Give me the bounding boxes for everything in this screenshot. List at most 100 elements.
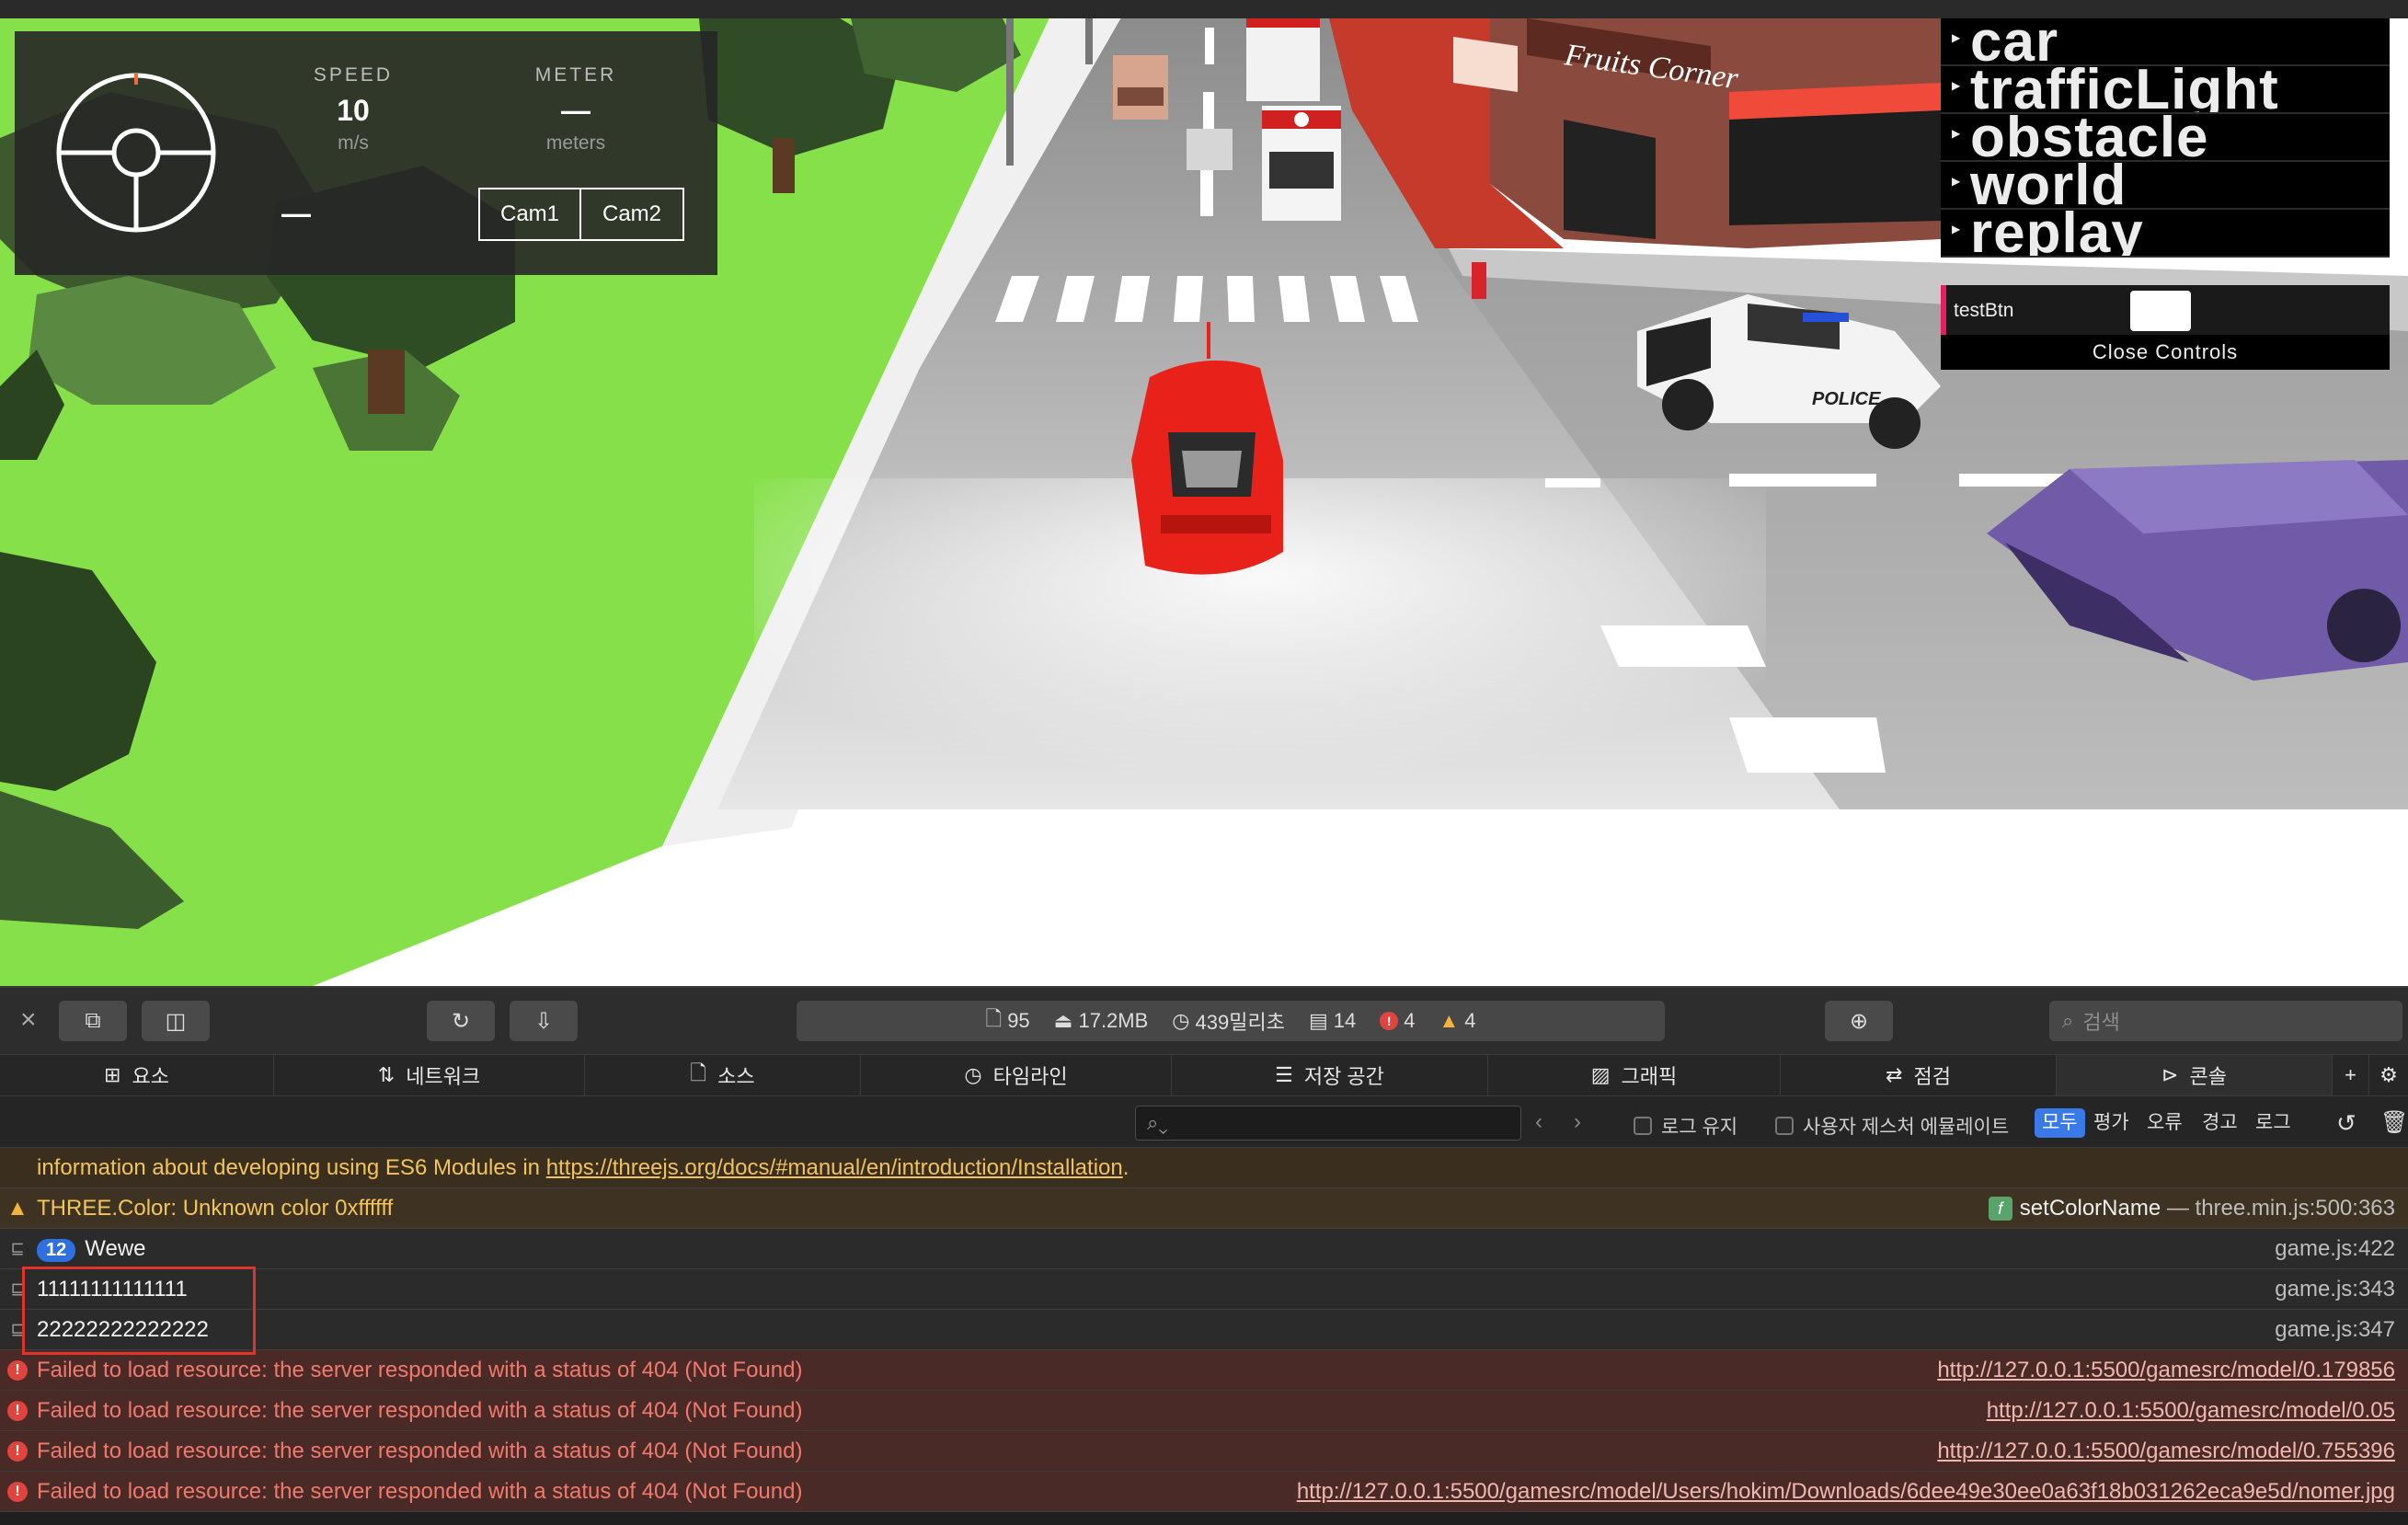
warning-icon: ▲: [1439, 1009, 1460, 1032]
timeline-icon: ◷: [964, 1063, 982, 1086]
source-location[interactable]: game.js:347: [2275, 1317, 2395, 1343]
console-row-error[interactable]: ! Failed to load resource: the server re…: [0, 1472, 2408, 1512]
game-canvas[interactable]: Fruits Corner POLICE SPEED 10 m/s METER …: [0, 0, 2408, 986]
error-icon: !: [7, 1440, 28, 1462]
level-warnings[interactable]: 경고: [2195, 1108, 2245, 1138]
load-time[interactable]: ◷ 439밀리초: [1172, 1006, 1285, 1036]
console-row-info[interactable]: information about developing using ES6 M…: [0, 1148, 2408, 1188]
console-row-error[interactable]: ! Failed to load resource: the server re…: [0, 1391, 2408, 1431]
testbtn-color-swatch[interactable]: [2130, 291, 2191, 331]
search-field[interactable]: ⌕ 검색: [2049, 1001, 2402, 1041]
console-icon: ⊳: [2161, 1063, 2179, 1086]
tab-console[interactable]: ⊳ 콘솔: [2057, 1055, 2333, 1095]
gui-row-testbtn[interactable]: testBtn: [1941, 285, 2390, 335]
resource-size[interactable]: ⏏ 17.2MB: [1054, 1009, 1149, 1033]
chevron-left-icon[interactable]: ‹: [1521, 1106, 1556, 1141]
download-icon[interactable]: ⇩: [510, 1001, 578, 1041]
console-filter-bar: ⌕⌄ ‹ › 로그 유지 사용자 제스처 에뮬레이트 모두 평가 오류 경고 로…: [0, 1096, 2408, 1148]
audit-icon: ⇄: [1886, 1063, 1903, 1086]
element-picker-icon[interactable]: ⊕: [1825, 1001, 1893, 1041]
console-row-log[interactable]: ⊑ 22222222222222 game.js:347: [0, 1310, 2408, 1350]
file-icon: 🗋: [985, 1007, 1003, 1030]
console-output: information about developing using ES6 M…: [0, 1148, 2408, 1525]
function-name[interactable]: setColorName: [2020, 1196, 2161, 1221]
preserve-log-checkbox[interactable]: 로그 유지: [1634, 1112, 1737, 1140]
console-row-error[interactable]: ! Failed to load resource: the server re…: [0, 1431, 2408, 1472]
filter-input[interactable]: ⌕⌄: [1135, 1106, 1521, 1141]
level-errors[interactable]: 오류: [2139, 1108, 2190, 1138]
inspector-tabs: ⊞ 요소 ⇅ 네트워크 🗋 소스 ◷ 타임라인 ☰ 저장 공간 ▨ 그래픽 ⇄ 점검 ⊳ 콘솔 …: [0, 1054, 2408, 1096]
level-logs[interactable]: 로그: [2248, 1108, 2299, 1138]
warning-icon: ▲: [6, 1195, 29, 1221]
steer-value: —: [281, 197, 311, 230]
emulate-gesture-checkbox[interactable]: 사용자 제스처 에뮬레이트: [1775, 1112, 2009, 1140]
gui-folder-replay[interactable]: ▶ replay: [1941, 210, 2390, 258]
gui-folder-obstacle[interactable]: ▶ obstacle: [1941, 114, 2390, 162]
settings-gear-icon[interactable]: ⚙: [2369, 1055, 2408, 1095]
speed-unit: m/s: [338, 132, 369, 154]
close-icon[interactable]: ×: [20, 1004, 37, 1036]
repeat-count-badge: 12: [37, 1238, 76, 1262]
gui-folder-trafficlight[interactable]: ▶ trafficLight: [1941, 66, 2390, 114]
log-icon: ⊑: [10, 1239, 25, 1257]
console-row-log[interactable]: ⊑ 11111111111111 game.js:343: [0, 1269, 2408, 1310]
error-icon: !: [7, 1481, 28, 1502]
filter-search-icon: ⌕⌄: [1147, 1111, 1168, 1134]
refresh-icon[interactable]: ↺: [2329, 1108, 2364, 1138]
weight-icon: ⏏: [1053, 1009, 1073, 1032]
tab-network[interactable]: ⇅ 네트워크: [274, 1055, 585, 1095]
tab-audit[interactable]: ⇄ 점검: [1781, 1055, 2057, 1095]
function-icon: f: [1988, 1197, 2012, 1221]
tab-elements[interactable]: ⊞ 요소: [0, 1055, 274, 1095]
error-icon: !: [7, 1400, 28, 1421]
folder-arrow-icon: ▶: [1952, 223, 1961, 235]
error-icon: !: [1380, 1012, 1399, 1030]
folder-arrow-icon: ▶: [1952, 31, 1961, 44]
console-row-error[interactable]: ! Failed to load resource: the server re…: [0, 1350, 2408, 1391]
trash-icon[interactable]: 🗑: [2373, 1108, 2408, 1138]
clock-icon: ◷: [1172, 1009, 1190, 1032]
tab-storage[interactable]: ☰ 저장 공간: [1172, 1055, 1488, 1095]
elements-icon: ⊞: [104, 1063, 121, 1086]
resource-link[interactable]: http://127.0.0.1:5500/gamesrc/model/0.75…: [1937, 1439, 2395, 1464]
folder-arrow-icon: ▶: [1952, 127, 1961, 140]
gui-folder-car[interactable]: ▶ car: [1941, 18, 2390, 66]
resource-count[interactable]: 🗋 95: [985, 1003, 1029, 1038]
resource-link[interactable]: http://127.0.0.1:5500/gamesrc/model/0.17…: [1937, 1358, 2395, 1383]
tab-sources[interactable]: 🗋 소스: [585, 1055, 861, 1095]
tab-timeline[interactable]: ◷ 타임라인: [861, 1055, 1172, 1095]
message-icon: ▤: [1308, 1009, 1328, 1032]
highlight-box: [22, 1267, 256, 1355]
dock-icon[interactable]: ⧉: [59, 1001, 127, 1041]
threejs-doc-link[interactable]: https://threejs.org/docs/#manual/en/intr…: [546, 1155, 1123, 1180]
source-location[interactable]: game.js:343: [2275, 1277, 2395, 1302]
split-layout-icon[interactable]: ◫: [142, 1001, 210, 1041]
warning-count[interactable]: ▲ 4: [1439, 1009, 1475, 1033]
reload-icon[interactable]: ↻: [427, 1001, 495, 1041]
testbtn-label: testBtn: [1954, 300, 2014, 321]
level-all[interactable]: 모두: [2035, 1108, 2085, 1138]
network-icon: ⇅: [377, 1063, 396, 1086]
stats-bar: 🗋 95 ⏏ 17.2MB ◷ 439밀리초 ▤ 14 ! 4 ▲ 4: [797, 1001, 1665, 1041]
log-count[interactable]: ▤ 14: [1309, 1009, 1356, 1033]
cam1-button[interactable]: Cam1: [478, 188, 581, 241]
cam2-button[interactable]: Cam2: [581, 188, 684, 241]
console-row-warning[interactable]: ▲ THREE.Color: Unknown color 0xffffff fs…: [0, 1188, 2408, 1229]
police-text: POLICE: [1812, 389, 1881, 409]
tab-graphics[interactable]: ▨ 그래픽: [1488, 1055, 1781, 1095]
hud-panel: SPEED 10 m/s METER — meters — Cam1 Cam2: [15, 31, 717, 275]
web-inspector: × ⧉ ◫ ↻ ⇩ 🗋 95 ⏏ 17.2MB ◷ 439밀리초 ▤ 14 ! 4 ▲ 4 …: [0, 986, 2408, 1525]
close-controls-button[interactable]: Close Controls: [1941, 335, 2390, 370]
chevron-right-icon[interactable]: ›: [1560, 1106, 1595, 1141]
source-location[interactable]: — three.min.js:500:363: [2167, 1196, 2395, 1221]
console-row-log[interactable]: ⊑ 12 Wewe game.js:422: [0, 1229, 2408, 1269]
resource-link[interactable]: http://127.0.0.1:5500/gamesrc/model/0.05: [1987, 1398, 2395, 1424]
level-evaluation[interactable]: 평가: [2086, 1108, 2137, 1138]
resource-link[interactable]: http://127.0.0.1:5500/gamesrc/model/User…: [1297, 1479, 2395, 1505]
source-location[interactable]: game.js:422: [2275, 1236, 2395, 1262]
add-tab-icon[interactable]: +: [2333, 1055, 2369, 1095]
folder-arrow-icon: ▶: [1952, 175, 1961, 188]
error-count[interactable]: ! 4: [1380, 1009, 1415, 1033]
gui-folder-world[interactable]: ▶ world: [1941, 162, 2390, 210]
checkbox-box: [1775, 1117, 1794, 1135]
